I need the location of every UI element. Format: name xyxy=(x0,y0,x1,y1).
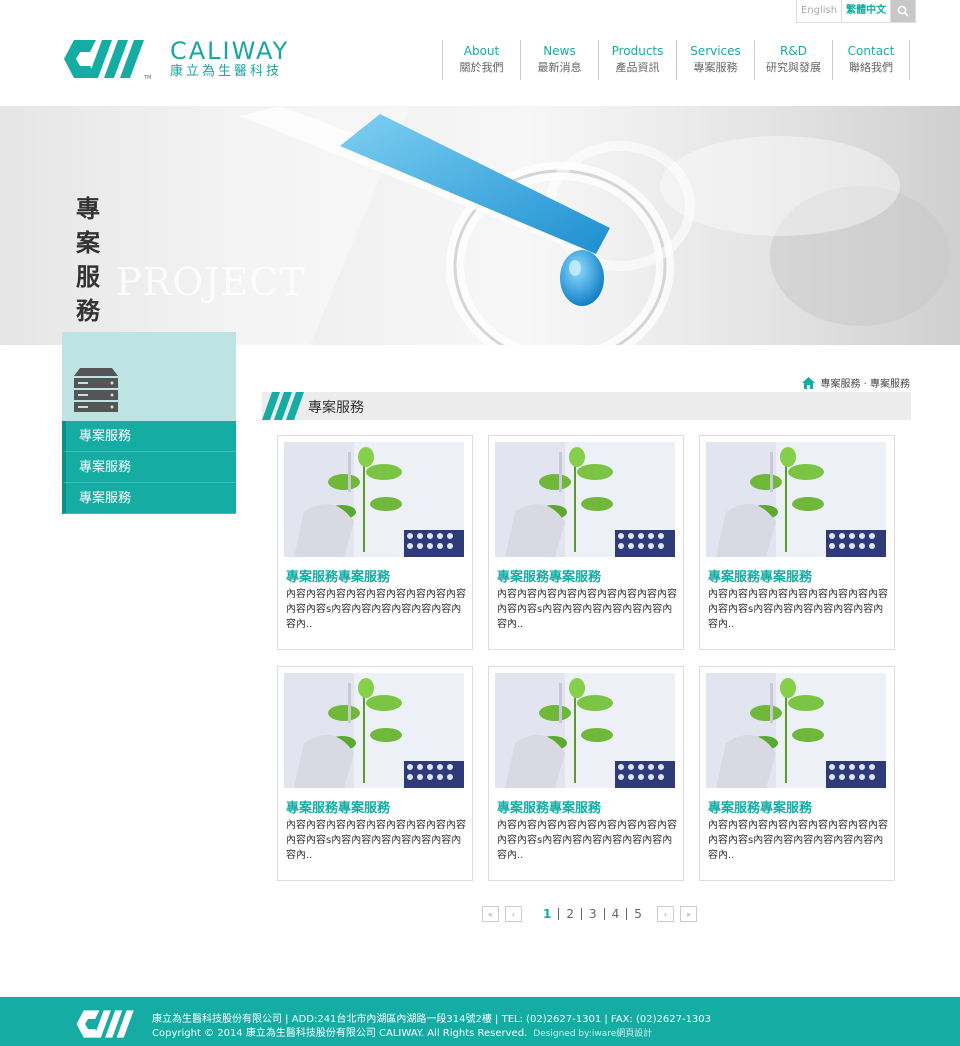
card-title[interactable]: 專案服務專案服務 xyxy=(286,566,390,585)
double-chevron-right-icon: » xyxy=(685,909,691,919)
lab-plant-image xyxy=(284,673,464,788)
service-card[interactable]: 專案服務專案服務 內容內容內容內容內容內容內容內容內容內容內容s內容內容內容內容… xyxy=(277,666,473,881)
card-title[interactable]: 專案服務專案服務 xyxy=(497,566,601,585)
nav-contact-en: Contact xyxy=(847,44,895,58)
page-number-1[interactable]: 1 xyxy=(536,908,560,920)
logo-english-name: CALIWAY xyxy=(170,37,290,65)
page-number-2[interactable]: 2 xyxy=(559,908,582,920)
nav-services-en: Services xyxy=(690,44,741,58)
prev-page-button[interactable]: ‹ xyxy=(505,906,522,922)
service-card[interactable]: 專案服務專案服務 內容內容內容內容內容內容內容內容內容內容內容s內容內容內容內容… xyxy=(488,435,684,650)
first-page-button[interactable]: « xyxy=(482,906,499,922)
card-title[interactable]: 專案服務專案服務 xyxy=(286,797,390,816)
language-bar: English 繁體中文 xyxy=(796,0,917,23)
page-number-4[interactable]: 4 xyxy=(605,908,628,920)
footer-copyright-text: Copyright © 2014 康立為生醫科技股份有限公司 CALIWAY. … xyxy=(152,1028,528,1039)
caliway-logo-mark: TM xyxy=(64,40,151,80)
card-description: 內容內容內容內容內容內容內容內容內容內容內容s內容內容內容內容內容內容內容內.. xyxy=(286,820,466,861)
card-image[interactable] xyxy=(495,673,675,788)
card-image[interactable] xyxy=(706,442,886,557)
breadcrumb-path[interactable]: 專案服務 · 專案服務 xyxy=(820,375,910,390)
banner-lab-image xyxy=(0,106,950,345)
sidebar-item-services-1[interactable]: 專案服務 xyxy=(62,421,236,452)
pagination: « ‹ 1 2 3 4 5 › » xyxy=(482,906,703,922)
service-card[interactable]: 專案服務專案服務 內容內容內容內容內容內容內容內容內容內容內容s內容內容內容內容… xyxy=(699,666,895,881)
sidebar-item-services-3[interactable]: 專案服務 xyxy=(62,483,236,514)
logo-chinese-name: 康立為生醫科技 xyxy=(170,64,283,79)
next-page-button[interactable]: › xyxy=(656,906,674,922)
card-title[interactable]: 專案服務專案服務 xyxy=(708,566,812,585)
nav-services[interactable]: Services 專案服務 xyxy=(676,40,754,80)
sidebar-item-services-2[interactable]: 專案服務 xyxy=(62,452,236,483)
card-image[interactable] xyxy=(706,673,886,788)
double-chevron-left-icon: « xyxy=(488,909,493,919)
nav-products-en: Products xyxy=(611,44,664,58)
last-page-button[interactable]: » xyxy=(679,906,697,922)
page-banner: 專案服務 PROJECT xyxy=(0,106,960,345)
card-description: 內容內容內容內容內容內容內容內容內容內容內容s內容內容內容內容內容內容內容內.. xyxy=(497,820,677,861)
footer-designer-link[interactable]: Designed by:iware網頁設計 xyxy=(533,1029,652,1039)
service-card[interactable]: 專案服務專案服務 內容內容內容內容內容內容內容內容內容內容內容s內容內容內容內容… xyxy=(699,435,895,650)
chevron-left-icon: ‹ xyxy=(511,909,516,919)
lab-plant-image xyxy=(495,673,675,788)
card-title[interactable]: 專案服務專案服務 xyxy=(708,797,812,816)
home-icon[interactable] xyxy=(802,376,816,389)
nav-news[interactable]: News 最新消息 xyxy=(520,40,598,80)
card-image[interactable] xyxy=(284,673,464,788)
nav-products[interactable]: Products 產品資訊 xyxy=(598,40,676,80)
card-description: 內容內容內容內容內容內容內容內容內容內容內容s內容內容內容內容內容內容內容內.. xyxy=(286,589,466,630)
logo-tm: TM xyxy=(143,75,151,80)
nav-about[interactable]: About 關於我們 xyxy=(442,40,520,80)
sidebar-header xyxy=(62,332,236,421)
footer-logo xyxy=(76,1010,134,1038)
card-image[interactable] xyxy=(495,442,675,557)
nav-services-zh: 專案服務 xyxy=(693,61,738,74)
footer-copyright: Copyright © 2014 康立為生醫科技股份有限公司 CALIWAY. … xyxy=(152,1024,652,1039)
lab-plant-image xyxy=(706,673,886,788)
lab-plant-image xyxy=(284,442,464,557)
server-icon xyxy=(74,368,118,412)
section-title: 專案服務 xyxy=(308,400,364,416)
nav-about-zh: 關於我們 xyxy=(459,61,504,74)
card-image[interactable] xyxy=(284,442,464,557)
lang-english-link[interactable]: English xyxy=(797,0,843,22)
sidebar: 專案服務 專案服務 專案服務 xyxy=(62,332,236,514)
banner-title: 專案服務 xyxy=(76,194,100,325)
lab-plant-image xyxy=(495,442,675,557)
breadcrumb: 專案服務 · 專案服務 xyxy=(802,375,910,390)
card-description: 內容內容內容內容內容內容內容內容內容內容內容s內容內容內容內容內容內容內容內.. xyxy=(497,589,677,630)
nav-contact[interactable]: Contact 聯絡我們 xyxy=(832,40,910,80)
lang-chinese-link[interactable]: 繁體中文 xyxy=(842,0,892,22)
search-button[interactable] xyxy=(891,0,916,22)
page-number-3[interactable]: 3 xyxy=(582,908,605,920)
chevron-right-icon: › xyxy=(663,909,668,919)
page-number-5[interactable]: 5 xyxy=(627,908,649,920)
card-title[interactable]: 專案服務專案服務 xyxy=(497,797,601,816)
nav-news-en: News xyxy=(543,44,576,58)
nav-rnd-en: R&D xyxy=(780,44,807,58)
site-logo[interactable]: TM CALIWAY 康立為生醫科技 xyxy=(62,38,289,80)
card-description: 內容內容內容內容內容內容內容內容內容內容內容s內容內容內容內容內容內容內容內.. xyxy=(708,820,888,861)
section-header: 專案服務 xyxy=(262,392,911,420)
footer: 康立為生醫科技股份有限公司 | ADD:241台北市內湖區內湖路一段314號2樓… xyxy=(0,997,960,1046)
service-card[interactable]: 專案服務專案服務 內容內容內容內容內容內容內容內容內容內容內容s內容內容內容內容… xyxy=(277,435,473,650)
nav-news-zh: 最新消息 xyxy=(537,61,582,74)
card-description: 內容內容內容內容內容內容內容內容內容內容內容s內容內容內容內容內容內容內容內.. xyxy=(708,589,888,630)
search-icon xyxy=(897,5,909,17)
nav-rnd[interactable]: R&D 研究與發展 xyxy=(754,40,832,80)
nav-about-en: About xyxy=(463,44,500,58)
nav-products-zh: 產品資訊 xyxy=(615,61,660,74)
footer-company-info: 康立為生醫科技股份有限公司 | ADD:241台北市內湖區內湖路一段314號2樓… xyxy=(152,1014,712,1025)
main-nav: About 關於我們 News 最新消息 Products 產品資訊 Services… xyxy=(442,40,910,80)
banner-english-title: PROJECT xyxy=(116,260,306,304)
section-stripes-icon xyxy=(262,392,304,420)
service-card[interactable]: 專案服務專案服務 內容內容內容內容內容內容內容內容內容內容內容s內容內容內容內容… xyxy=(488,666,684,881)
nav-rnd-zh: 研究與發展 xyxy=(766,61,821,74)
nav-contact-zh: 聯絡我們 xyxy=(849,61,893,74)
lab-plant-image xyxy=(706,442,886,557)
